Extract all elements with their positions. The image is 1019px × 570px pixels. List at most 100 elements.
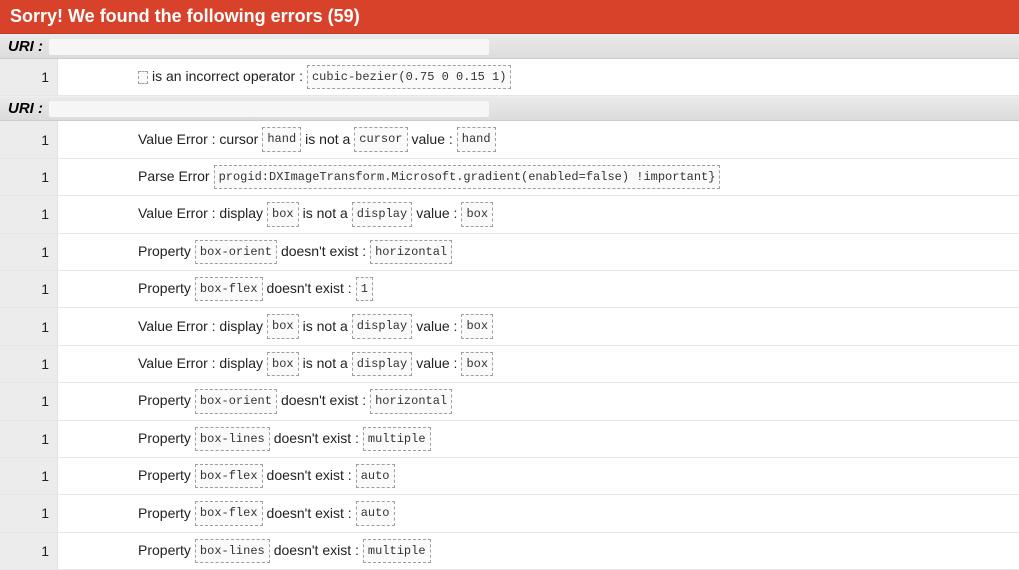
context-col — [58, 121, 130, 157]
code-chip: 1 — [356, 277, 373, 301]
msg-text: doesn't exist : — [281, 389, 366, 413]
uri-header: URI : — [0, 96, 1019, 121]
context-col — [58, 383, 130, 419]
message-col: Value Error : displayboxis not adisplayv… — [130, 196, 501, 232]
msg-text: Property — [138, 389, 191, 413]
msg-text: is not a — [303, 202, 348, 226]
msg-text: value : — [412, 128, 453, 152]
code-chip: box-flex — [195, 277, 263, 301]
msg-text: value : — [416, 315, 457, 339]
uri-value-redacted — [49, 39, 489, 55]
context-col — [58, 196, 130, 232]
msg-text: Property — [138, 539, 191, 563]
code-chip: display — [352, 314, 412, 338]
msg-text: Parse Error — [138, 165, 210, 189]
code-chip: display — [352, 202, 412, 226]
msg-text: Value Error : cursor — [138, 128, 258, 152]
line-number: 1 — [0, 308, 58, 344]
msg-text: is an incorrect operator : — [152, 65, 303, 89]
message-col: Propertybox-linesdoesn't exist :multiple — [130, 533, 439, 569]
msg-text: doesn't exist : — [274, 539, 359, 563]
line-number: 1 — [0, 159, 58, 195]
line-number: 1 — [0, 121, 58, 157]
code-chip: hand — [457, 127, 496, 151]
msg-text: Value Error : display — [138, 352, 263, 376]
code-chip: box-lines — [195, 427, 270, 451]
uri-header: URI : — [0, 34, 1019, 59]
msg-text: doesn't exist : — [267, 277, 352, 301]
message-col: Value Error : displayboxis not adisplayv… — [130, 346, 501, 382]
msg-text: doesn't exist : — [274, 427, 359, 451]
code-chip: box — [267, 352, 299, 376]
code-chip: horizontal — [370, 240, 452, 264]
msg-text: value : — [416, 352, 457, 376]
error-row: 1 Propertybox-linesdoesn't exist :multipl… — [0, 421, 1019, 458]
error-row: 1Propertybox-flexdoesn't exist :1 — [0, 271, 1019, 308]
msg-text: doesn't exist : — [281, 240, 366, 264]
code-chip: progid:DXImageTransform.Microsoft.gradie… — [214, 165, 721, 189]
line-number: 1 — [0, 383, 58, 419]
msg-text: Property — [138, 240, 191, 264]
code-chip: box-orient — [195, 240, 277, 264]
line-number: 1 — [0, 346, 58, 382]
message-col: Propertybox-flexdoesn't exist :1 — [130, 271, 381, 307]
error-row: 1 Parse Errorprogid:DXImageTransform.Micr… — [0, 159, 1019, 196]
uri-value-redacted — [49, 101, 489, 117]
uri-label: URI : — [8, 100, 43, 117]
msg-text: Property — [138, 277, 191, 301]
message-col: Propertybox-orientdoesn't exist :horizon… — [130, 234, 460, 270]
context-col — [58, 59, 130, 95]
error-row: 1 Value Error : displayboxis not adisplay… — [0, 346, 1019, 383]
message-col: Parse Errorprogid:DXImageTransform.Micro… — [130, 159, 728, 195]
context-col — [58, 346, 130, 382]
msg-text: Property — [138, 502, 191, 526]
code-chip: box — [461, 314, 493, 338]
context-col — [58, 159, 130, 195]
error-row: 1 is an incorrect operator :cubic-bezier(… — [0, 59, 1019, 96]
operator-icon — [138, 71, 148, 84]
line-number: 1 — [0, 533, 58, 569]
line-number: 1 — [0, 59, 58, 95]
context-col — [58, 308, 130, 344]
code-chip: auto — [356, 501, 395, 525]
line-number: 1 — [0, 458, 58, 494]
message-col: Propertybox-linesdoesn't exist :multiple — [130, 421, 439, 457]
line-number: 1 — [0, 421, 58, 457]
code-chip: multiple — [363, 427, 431, 451]
error-row: 1Value Error : displayboxis not adisplay… — [0, 196, 1019, 233]
code-chip: cubic-bezier(0.75 0 0.15 1) — [307, 65, 511, 89]
context-col — [58, 533, 130, 569]
context-col — [58, 271, 130, 307]
error-row: 1Value Error : cursorhandis not acursorv… — [0, 121, 1019, 158]
code-chip: horizontal — [370, 389, 452, 413]
code-chip: box-flex — [195, 501, 263, 525]
error-row: 1Propertybox-orientdoesn't exist :horizo… — [0, 383, 1019, 420]
line-number: 1 — [0, 271, 58, 307]
msg-text: doesn't exist : — [267, 502, 352, 526]
message-col: is an incorrect operator :cubic-bezier(0… — [130, 59, 519, 95]
line-number: 1 — [0, 234, 58, 270]
msg-text: is not a — [303, 315, 348, 339]
msg-text: doesn't exist : — [267, 464, 352, 488]
code-chip: box — [267, 202, 299, 226]
code-chip: multiple — [363, 539, 431, 563]
code-chip: display — [352, 352, 412, 376]
error-banner: Sorry! We found the following errors (59… — [0, 0, 1019, 34]
message-col: Propertybox-flexdoesn't exist :auto — [130, 458, 403, 494]
error-row: 1Value Error : displayboxis not adisplay… — [0, 308, 1019, 345]
message-col: Value Error : displayboxis not adisplayv… — [130, 308, 501, 344]
banner-title: Sorry! We found the following errors (59… — [10, 6, 360, 26]
error-row: 1 Propertybox-orientdoesn't exist :horizo… — [0, 234, 1019, 271]
context-col — [58, 458, 130, 494]
error-row: 1 Propertybox-linesdoesn't exist :multipl… — [0, 533, 1019, 570]
context-col — [58, 234, 130, 270]
msg-text: Property — [138, 464, 191, 488]
code-chip: auto — [356, 464, 395, 488]
code-chip: box-lines — [195, 539, 270, 563]
code-chip: cursor — [354, 127, 407, 151]
msg-text: value : — [416, 202, 457, 226]
msg-text: is not a — [303, 352, 348, 376]
msg-text: Property — [138, 427, 191, 451]
error-row: 1 Propertybox-flexdoesn't exist :auto — [0, 458, 1019, 495]
code-chip: box — [267, 314, 299, 338]
